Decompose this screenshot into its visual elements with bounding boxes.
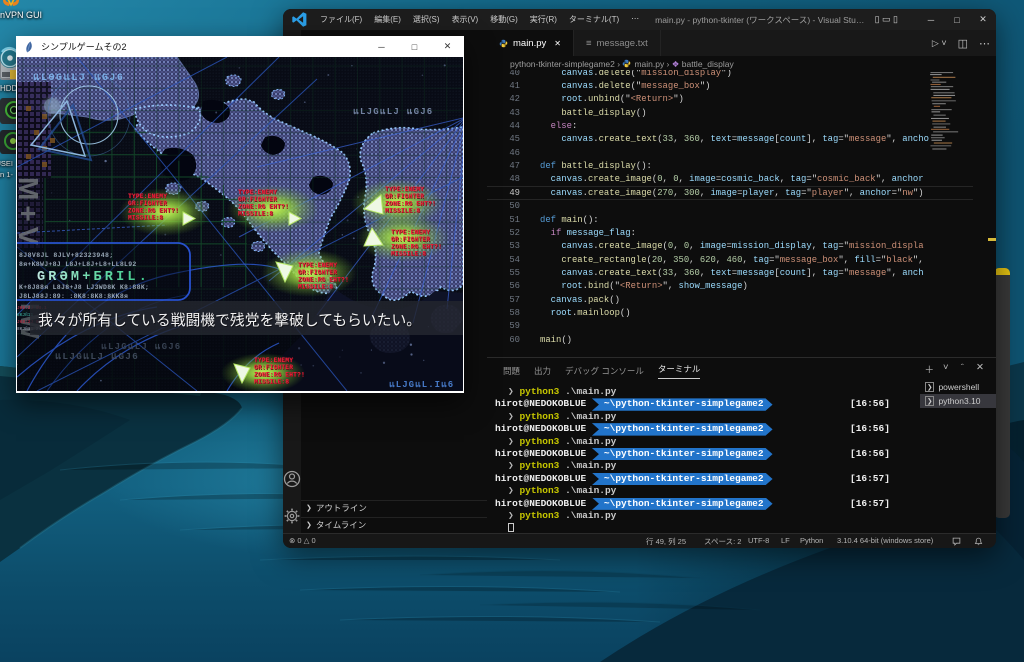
svg-text:J8LJ88J:89: :8K8:8K8:8KK8я: J8LJ88J:89: :8K8:8K8:8KK8я (19, 293, 128, 300)
svg-text:MISSILE:8: MISSILE:8 (128, 215, 163, 222)
svg-text:ZONE:RG EHT?!: ZONE:RG EHT?! (238, 203, 289, 210)
svg-text:TYPE:ENEMY: TYPE:ENEMY (298, 262, 337, 269)
svg-text:TYPE:ENEMY: TYPE:ENEMY (254, 357, 293, 364)
svg-text:GR:FIGHTER: GR:FIGHTER (385, 193, 424, 200)
svg-text:MISSILE:8: MISSILE:8 (254, 379, 289, 386)
svg-text:แLJGแLJ แGJ6: แLJGแLJ แGJ6 (55, 351, 139, 362)
svg-text:MISSILE:8: MISSILE:8 (391, 251, 426, 258)
svg-text:TYPE:ENEMY: TYPE:ENEMY (385, 186, 424, 193)
svg-text:我々が所有している戦闘機で残党を撃破してもらいたい。: 我々が所有している戦闘機で残党を撃破してもらいたい。 (38, 312, 421, 329)
svg-text:M+V: M+V (17, 177, 44, 250)
svg-text:MISSILE:8: MISSILE:8 (385, 208, 420, 215)
svg-text:GR:FIGHTER: GR:FIGHTER (254, 364, 293, 371)
svg-text:MISSILE:8: MISSILE:8 (298, 284, 333, 291)
svg-text:GRӘM+БRIL.: GRӘM+БRIL. (37, 270, 150, 285)
svg-text:ZONE:RG EHT?!: ZONE:RG EHT?! (391, 243, 442, 250)
svg-text:ZONE:RG EHT?!: ZONE:RG EHT?! (298, 276, 349, 283)
svg-text:แLJGแLJ แGJ6: แLJGแLJ แGJ6 (353, 107, 433, 117)
svg-text:K+8J88я L8J8+J8 LJ3WD8K K8:88K: K+8J88я L8J8+J8 LJ3WD8K K8:88K; (19, 284, 149, 291)
svg-text:8J8V8JL 8JLV+82323948;: 8J8V8JL 8JLV+82323948; (19, 252, 114, 259)
svg-text:แLJGแL.Iแ6: แLJGแL.Iแ6 (389, 380, 454, 390)
svg-text:GR:FIGHTER: GR:FIGHTER (128, 200, 167, 207)
svg-text:ZONE:RG EHT?!: ZONE:RG EHT?! (128, 207, 179, 214)
svg-text:TYPE:ENEMY: TYPE:ENEMY (391, 229, 430, 236)
svg-text:GR:FIGHTER: GR:FIGHTER (238, 196, 277, 203)
svg-text:GR:FIGHTER: GR:FIGHTER (391, 236, 430, 243)
svg-text:ZONE:RG EHT?!: ZONE:RG EHT?! (254, 371, 305, 378)
svg-text:8я+K8WJ+8J L8J+L8J+L8+LL8L92: 8я+K8WJ+8J L8J+L8J+L8+LL8L92 (19, 261, 137, 268)
svg-text:ZONE:RG EHT?!: ZONE:RG EHT?! (385, 200, 436, 207)
svg-text:TYPE:ENEMY: TYPE:ENEMY (128, 193, 167, 200)
svg-text:TYPE:ENEMY: TYPE:ENEMY (238, 189, 277, 196)
svg-text:GR:FIGHTER: GR:FIGHTER (298, 269, 337, 276)
svg-text:MISSILE:8: MISSILE:8 (238, 211, 273, 218)
svg-text:แLӨGแLJ แGJ6: แLӨGแLJ แGJ6 (33, 73, 124, 84)
